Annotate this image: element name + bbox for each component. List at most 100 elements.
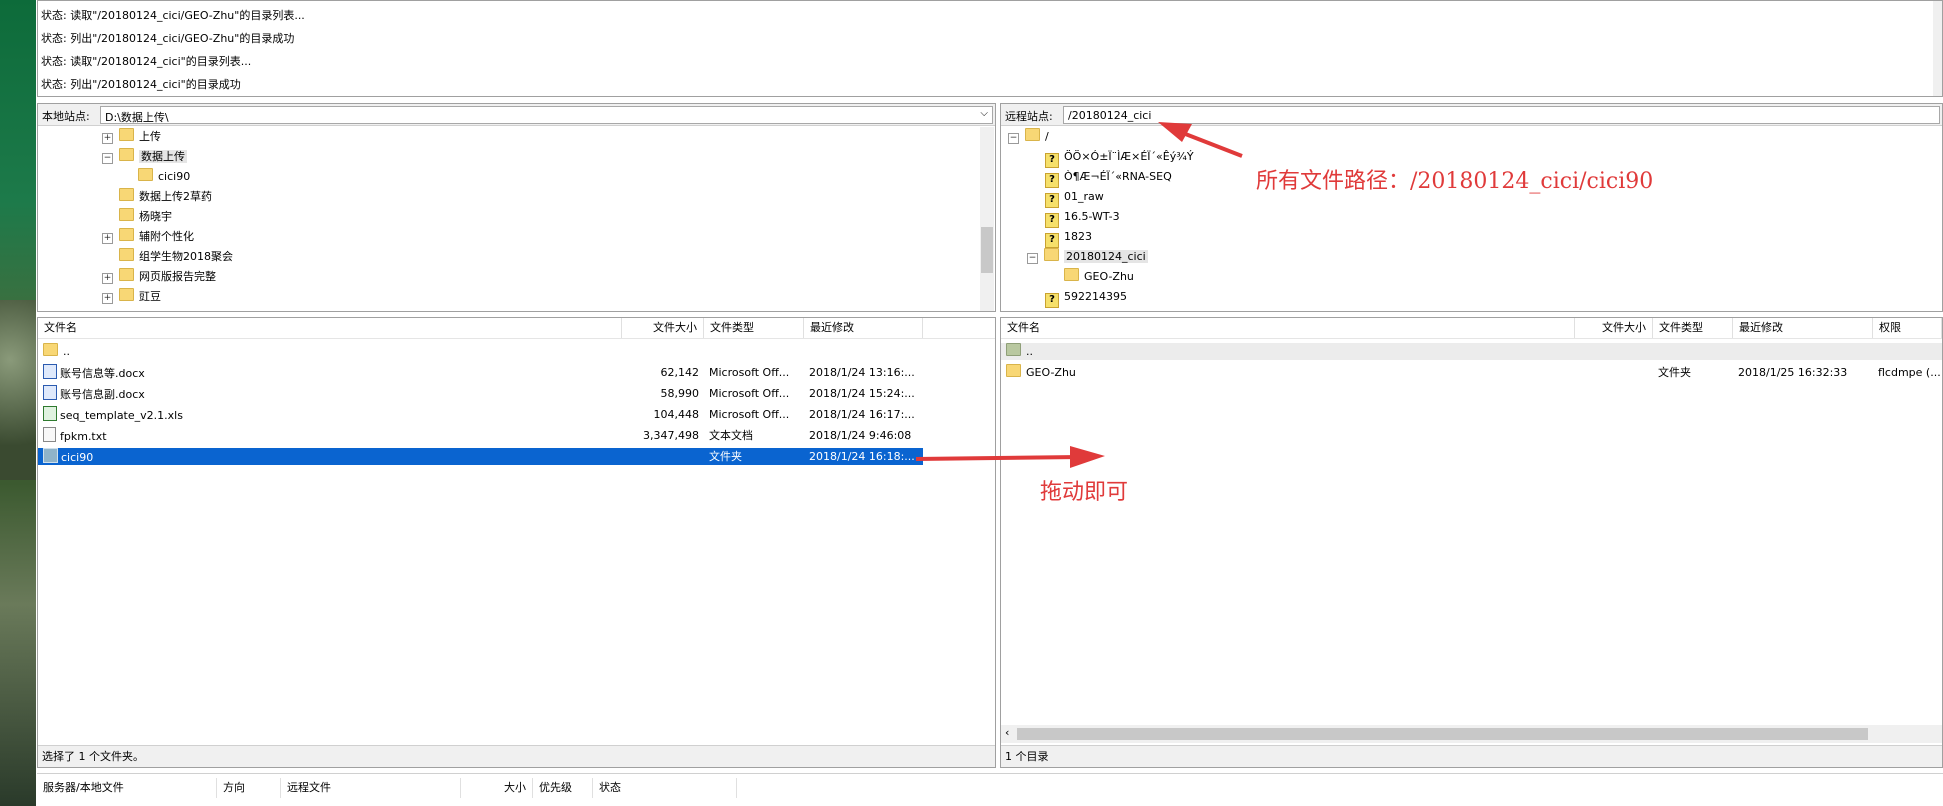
column-permissions[interactable]: 权限 [1873, 318, 1942, 338]
file-row[interactable]: .. [1001, 343, 1942, 360]
local-file-list: 文件名 文件大小 文件类型 最近修改 .. 账号信息等.docx 62,142 … [37, 317, 996, 768]
expand-icon[interactable]: + [102, 233, 113, 244]
file-row[interactable]: GEO-Zhu 文件夹 2018/1/25 16:32:33 flcdmpe (… [1001, 364, 1942, 381]
expand-icon[interactable]: + [102, 273, 113, 284]
tree-item[interactable]: ? Ò¶Æ¬ÉÏ´«RNA-SEQ [1045, 168, 1172, 188]
folder-icon [1044, 248, 1059, 261]
folder-icon [119, 288, 134, 301]
folder-icon [119, 128, 134, 141]
tree-item[interactable]: ? 16.5-WT-3 [1045, 208, 1120, 228]
tree-item[interactable]: GEO-Zhu [1064, 268, 1134, 286]
tree-item[interactable]: 组学生物2018聚会 [119, 248, 233, 266]
excel-icon [43, 406, 57, 421]
column-size[interactable]: 文件大小 [622, 318, 704, 338]
local-column-header: 文件名 文件大小 文件类型 最近修改 [38, 318, 995, 339]
remote-site-bar: 远程站点: /20180124_cici [1001, 104, 1942, 126]
folder-icon [1006, 343, 1021, 356]
file-row[interactable]: fpkm.txt 3,347,498 文本文档 2018/1/24 9:46:0… [38, 427, 923, 444]
local-path-input[interactable]: D:\数据上传\ ⌵ [100, 106, 993, 124]
local-path-value: D:\数据上传\ [105, 111, 169, 124]
file-row-selected[interactable]: cici90 文件夹 2018/1/24 16:18:... [38, 448, 923, 465]
folder-icon [119, 208, 134, 221]
path-annotation: 所有文件路径：/20180124_cici/cici90 [1256, 169, 1654, 194]
remote-tree-pane: 远程站点: /20180124_cici − / ? ÖÖ×Ó±Ï¨ÌÆ×ÉÏ´«Ê… [1000, 103, 1943, 312]
queue-column-priority[interactable]: 优先级 [533, 778, 593, 798]
folder-icon [119, 148, 134, 161]
file-row[interactable]: 账号信息副.docx 58,990 Microsoft Off... 2018/… [38, 385, 923, 402]
unknown-folder-icon: ? [1045, 233, 1059, 248]
queue-column-direction[interactable]: 方向 [217, 778, 281, 798]
folder-icon [1006, 364, 1021, 377]
log-line: 状态: 读取"/20180124_cici"的目录列表... [41, 55, 252, 68]
log-line: 状态: 读取"/20180124_cici/GEO-Zhu"的目录列表... [41, 9, 305, 22]
log-scrollbar[interactable] [1933, 1, 1942, 96]
folder-icon [138, 168, 153, 181]
tree-item[interactable]: − 数据上传 [102, 148, 187, 166]
local-site-bar: 本地站点: D:\数据上传\ ⌵ [38, 104, 995, 126]
column-modified[interactable]: 最近修改 [1733, 318, 1873, 338]
queue-column-server[interactable]: 服务器/本地文件 [37, 778, 217, 798]
log-line: 状态: 列出"/20180124_cici/GEO-Zhu"的目录成功 [41, 32, 295, 45]
scroll-left-icon[interactable]: ‹ [1005, 726, 1009, 739]
tree-item[interactable]: ? 1823 [1045, 228, 1092, 248]
tree-item[interactable]: cici90 [138, 168, 190, 186]
tree-item[interactable]: ? 01_raw [1045, 188, 1104, 208]
column-size[interactable]: 文件大小 [1575, 318, 1653, 338]
column-modified[interactable]: 最近修改 [804, 318, 923, 338]
remote-horizontal-scrollbar[interactable]: ‹ [1001, 725, 1942, 743]
desktop-background-detail [0, 300, 36, 480]
tree-item[interactable]: + 辅附个性化 [102, 228, 194, 246]
log-line: 状态: 列出"/20180124_cici"的目录成功 [41, 78, 241, 91]
queue-column-size[interactable]: 大小 [461, 778, 533, 798]
column-name[interactable]: 文件名 [38, 318, 622, 338]
folder-icon [119, 248, 134, 261]
unknown-folder-icon: ? [1045, 213, 1059, 228]
tree-item[interactable]: − / [1008, 128, 1049, 146]
tree-item[interactable]: + 上传 [102, 128, 161, 146]
local-tree-pane: 本地站点: D:\数据上传\ ⌵ + 上传 − 数据上传 cici90 数据上传2草… [37, 103, 996, 312]
folder-icon [119, 268, 134, 281]
chevron-down-icon[interactable]: ⌵ [980, 108, 988, 119]
tree-item[interactable]: + 网页版报告完整 [102, 268, 216, 286]
folder-icon [43, 343, 58, 356]
folder-icon [1025, 128, 1040, 141]
file-row[interactable]: .. [38, 343, 923, 360]
unknown-folder-icon: ? [1045, 173, 1059, 188]
collapse-icon[interactable]: − [1027, 253, 1038, 264]
unknown-folder-icon: ? [1045, 153, 1059, 168]
local-tree-scrollbar[interactable] [980, 127, 994, 311]
expand-icon[interactable]: + [102, 293, 113, 304]
tree-item[interactable]: ? 592214395 [1045, 288, 1127, 308]
remote-site-label: 远程站点: [1005, 110, 1053, 123]
tree-item[interactable]: 杨晓宇 [119, 208, 172, 226]
local-status-bar: 选择了 1 个文件夹。 [38, 745, 995, 767]
column-type[interactable]: 文件类型 [1653, 318, 1733, 338]
queue-column-remote-file[interactable]: 远程文件 [281, 778, 461, 798]
tree-item[interactable]: + 豇豆 [102, 288, 161, 306]
transfer-queue: 服务器/本地文件 方向 远程文件 大小 优先级 状态 [37, 773, 1943, 806]
column-type[interactable]: 文件类型 [704, 318, 804, 338]
expand-icon[interactable]: + [102, 133, 113, 144]
folder-icon [119, 228, 134, 241]
queue-column-status[interactable]: 状态 [593, 778, 737, 798]
column-name[interactable]: 文件名 [1001, 318, 1575, 338]
collapse-icon[interactable]: − [102, 153, 113, 164]
file-row[interactable]: seq_template_v2.1.xls 104,448 Microsoft … [38, 406, 923, 423]
remote-path-value: /20180124_cici [1068, 109, 1152, 122]
folder-icon [1064, 268, 1079, 281]
tree-item[interactable]: ? ÖÖ×Ó±Ï¨ÌÆ×ÉÏ´«Êý¾Ý [1045, 148, 1194, 168]
tree-item[interactable]: −20180124_cici [1027, 248, 1148, 266]
word-doc-icon [43, 364, 57, 379]
message-log: 状态: 读取"/20180124_cici/GEO-Zhu"的目录列表... 状… [37, 0, 1943, 97]
scrollbar-thumb[interactable] [1017, 728, 1868, 740]
collapse-icon[interactable]: − [1008, 133, 1019, 144]
remote-path-input[interactable]: /20180124_cici [1063, 106, 1940, 124]
remote-column-header: 文件名 文件大小 文件类型 最近修改 权限 [1001, 318, 1942, 339]
unknown-folder-icon: ? [1045, 193, 1059, 208]
scrollbar-thumb[interactable] [981, 227, 993, 273]
drag-annotation: 拖动即可 [1040, 480, 1129, 505]
remote-status-bar: 1 个目录 [1001, 745, 1942, 767]
file-row[interactable]: 账号信息等.docx 62,142 Microsoft Off... 2018/… [38, 364, 923, 381]
local-site-label: 本地站点: [42, 110, 90, 123]
tree-item[interactable]: 数据上传2草药 [119, 188, 212, 206]
